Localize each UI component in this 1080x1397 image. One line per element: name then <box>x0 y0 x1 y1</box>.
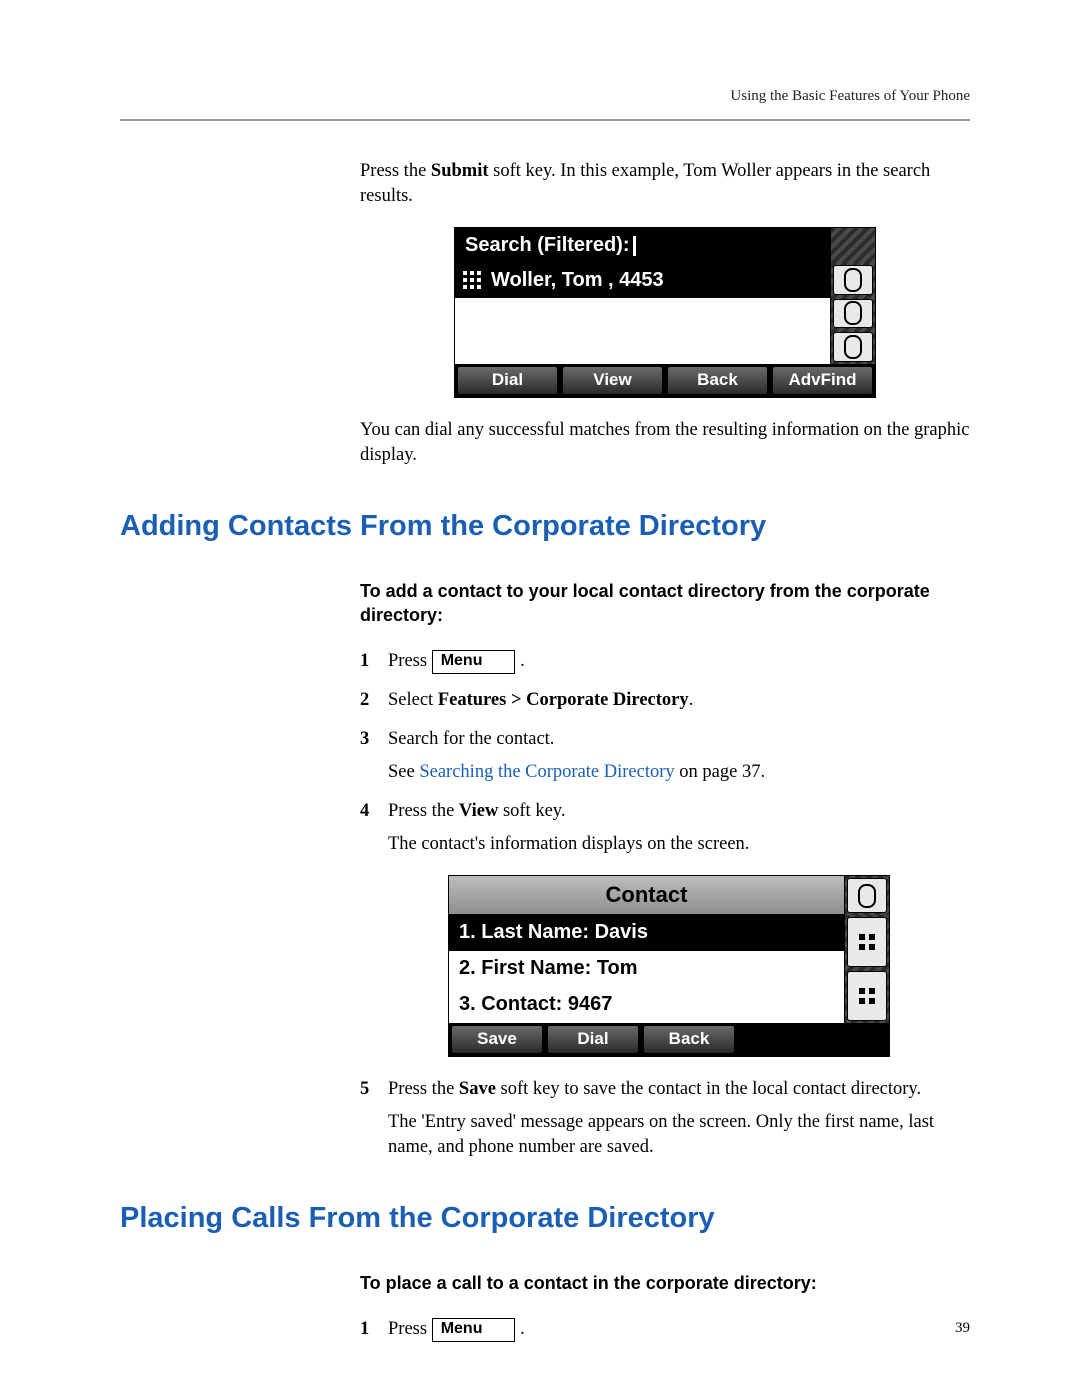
text: Press <box>388 1319 432 1339</box>
softkey-advfind[interactable]: AdvFind <box>772 366 873 395</box>
search-title-text: Search (Filtered): <box>465 234 629 256</box>
keypad-icon <box>463 271 481 289</box>
phone-icon[interactable] <box>847 878 887 913</box>
link-searching-directory[interactable]: Searching the Corporate Directory <box>419 762 674 782</box>
text: . <box>689 690 694 710</box>
running-header: Using the Basic Features of Your Phone <box>120 88 970 105</box>
result-text: Woller, Tom , 4453 <box>491 267 664 294</box>
section1-steps: Press Menu . Select Features > Corporate… <box>360 649 970 1159</box>
section2-steps: Press Menu . <box>360 1317 970 1342</box>
section2-lead: To place a call to a contact in the corp… <box>360 1271 970 1295</box>
text: Search for the contact. <box>388 729 554 749</box>
empty-area <box>455 298 830 364</box>
field-first-name[interactable]: 2. First Name: Tom <box>449 951 844 987</box>
text: Press the <box>388 1079 459 1099</box>
line-keys <box>844 915 889 1023</box>
screenshot-search-results: Search (Filtered): Woller, Tom , 4453 <box>454 227 876 398</box>
section1-lead: To add a contact to your local contact d… <box>360 579 970 628</box>
text: on page 37. <box>675 762 765 782</box>
menu-button[interactable]: Menu <box>432 650 516 674</box>
path-bold: Features > Corporate Directory <box>438 690 689 710</box>
step-5: Press the Save soft key to save the cont… <box>360 1077 970 1160</box>
save-bold: Save <box>459 1079 496 1099</box>
softkey-dial[interactable]: Dial <box>457 366 558 395</box>
softkey-dial[interactable]: Dial <box>547 1025 639 1054</box>
text: . <box>520 651 525 671</box>
text: See <box>388 762 419 782</box>
step-3-sub: See Searching the Corporate Directory on… <box>388 760 970 785</box>
softkey-save[interactable]: Save <box>451 1025 543 1054</box>
softkey-spacer <box>737 1023 889 1056</box>
field-last-name[interactable]: 1. Last Name: Davis <box>449 915 844 951</box>
heading-placing-calls: Placing Calls From the Corporate Directo… <box>120 1202 970 1235</box>
intro-block: Press the Submit soft key. In this examp… <box>360 159 970 468</box>
softkey-bar: Save Dial Back <box>449 1023 889 1056</box>
keypad-icon[interactable] <box>847 917 887 967</box>
screenshot-contact-card: Contact 1. Last Name: Davis 2. First Nam… <box>448 875 890 1057</box>
step-2: Select Features > Corporate Directory. <box>360 688 970 713</box>
intro-p1: Press the Submit soft key. In this examp… <box>360 159 970 209</box>
step-4: Press the View soft key. The contact's i… <box>360 799 970 1057</box>
side-stripe <box>830 228 875 263</box>
text: soft key. <box>498 801 565 821</box>
text: soft key to save the contact in the loca… <box>496 1079 921 1099</box>
softkey-back[interactable]: Back <box>643 1025 735 1054</box>
phone-icon[interactable] <box>833 265 873 295</box>
softkey-view[interactable]: View <box>562 366 663 395</box>
step-3: Search for the contact. See Searching th… <box>360 727 970 785</box>
softkey-back[interactable]: Back <box>667 366 768 395</box>
text: Select <box>388 690 438 710</box>
menu-button[interactable]: Menu <box>432 1318 516 1342</box>
softkey-bar: Dial View Back AdvFind <box>455 364 875 397</box>
page: Using the Basic Features of Your Phone P… <box>0 0 1080 1397</box>
header-rule <box>120 119 970 121</box>
submit-bold: Submit <box>431 161 489 181</box>
phone-icon[interactable] <box>833 299 873 329</box>
contact-title: Contact <box>449 876 844 915</box>
text: Press <box>388 651 432 671</box>
step-1: Press Menu . <box>360 1317 970 1342</box>
search-result-row[interactable]: Woller, Tom , 4453 <box>455 263 830 298</box>
step-1: Press Menu . <box>360 649 970 674</box>
contact-fields: 1. Last Name: Davis 2. First Name: Tom 3… <box>449 915 844 1023</box>
page-number: 39 <box>955 1320 970 1337</box>
heading-adding-contacts: Adding Contacts From the Corporate Direc… <box>120 510 970 543</box>
section1-body: To add a contact to your local contact d… <box>360 579 970 1160</box>
intro-p2: You can dial any successful matches from… <box>360 418 970 468</box>
section2-body: To place a call to a contact in the corp… <box>360 1271 970 1342</box>
step-4-sub: The contact's information displays on th… <box>388 832 970 857</box>
phone-icon[interactable] <box>833 332 873 362</box>
search-title: Search (Filtered): <box>455 228 830 263</box>
text: Press the <box>360 161 431 181</box>
text: Press the <box>388 801 459 821</box>
text: . <box>520 1319 525 1339</box>
step-5-sub: The 'Entry saved' message appears on the… <box>388 1110 970 1160</box>
view-bold: View <box>459 801 498 821</box>
keypad-icon[interactable] <box>847 971 887 1021</box>
line-keys <box>830 263 875 364</box>
field-contact[interactable]: 3. Contact: 9467 <box>449 987 844 1023</box>
cursor-icon <box>633 236 636 256</box>
